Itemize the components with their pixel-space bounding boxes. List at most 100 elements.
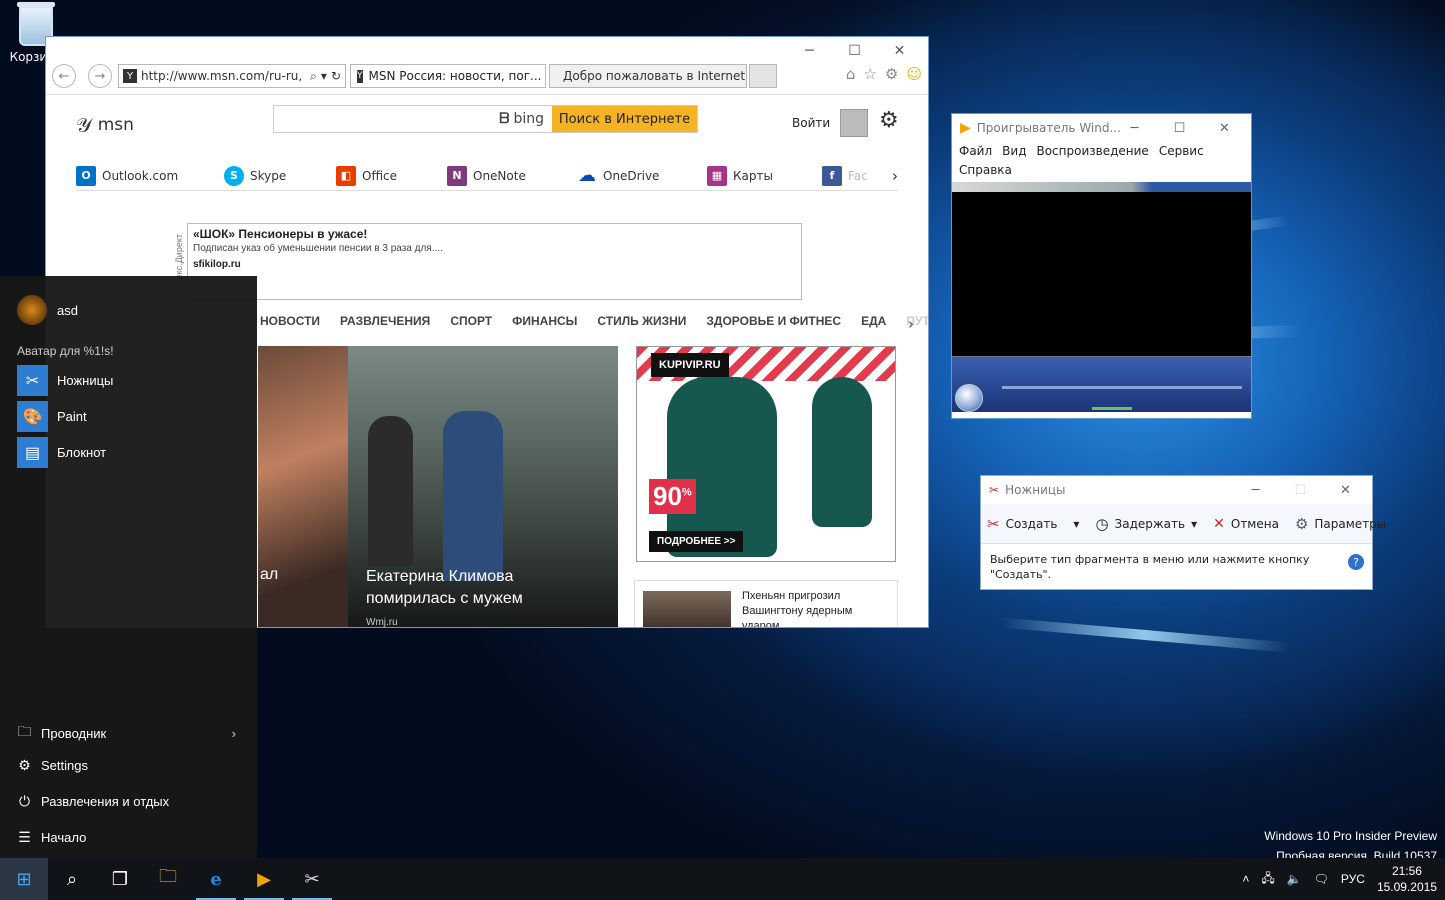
- volume-icon[interactable]: 🔈: [1287, 872, 1302, 886]
- task-view-button[interactable]: ❐: [96, 858, 144, 900]
- menu-help[interactable]: Справка: [959, 163, 1012, 177]
- chevron-right-icon[interactable]: ›: [232, 726, 236, 741]
- minimize-button[interactable]: ─: [1112, 114, 1157, 142]
- ad-site[interactable]: sfikilop.ru: [193, 259, 796, 270]
- news-card[interactable]: Пхеньян пригрозил Вашингтону ядерным уда…: [634, 580, 898, 627]
- ad-title[interactable]: «ШОК» Пенсионеры в ужасе!: [193, 227, 796, 241]
- dropdown-icon[interactable]: ▾: [321, 69, 327, 83]
- category-finance[interactable]: ФИНАНСЫ: [512, 314, 577, 328]
- favorites-star-icon[interactable]: ☆: [863, 65, 876, 83]
- taskbar-snipping-tool[interactable]: ✂: [288, 858, 336, 900]
- app-label: Ножницы: [57, 373, 114, 388]
- help-icon[interactable]: ?: [1348, 554, 1364, 570]
- hero-card-2[interactable]: Екатерина Климова помирилась с мужем Wmj.…: [348, 346, 618, 627]
- search-input[interactable]: ᗷ bing: [274, 106, 552, 132]
- start-settings[interactable]: ⚙ Settings: [16, 757, 236, 774]
- category-lifestyle[interactable]: СТИЛЬ ЖИЗНИ: [597, 314, 686, 328]
- category-news[interactable]: НОВОСТИ: [260, 314, 320, 328]
- volume-slider[interactable]: [1092, 407, 1132, 410]
- start-button[interactable]: ⊞: [0, 858, 48, 900]
- start-user[interactable]: asd: [17, 295, 78, 325]
- tab-welcome[interactable]: Добро пожаловать в Internet ...: [549, 64, 747, 88]
- address-bar[interactable]: Y http://www.msn.com/ru-ru, ⌕ ▾ ↻: [118, 64, 346, 88]
- home-icon[interactable]: ⌂: [846, 65, 856, 83]
- start-explorer[interactable]: 🗀 Проводник ›: [16, 721, 237, 745]
- search-icon[interactable]: ⌕: [310, 69, 317, 84]
- back-button[interactable]: ←: [52, 64, 76, 88]
- close-button[interactable]: ✕: [877, 39, 922, 63]
- minimize-button[interactable]: ─: [1233, 476, 1278, 504]
- app-link-label: Fac: [848, 168, 868, 183]
- new-tab-button[interactable]: [749, 64, 777, 88]
- category-next-icon[interactable]: ›: [908, 315, 914, 333]
- app-links-bar: O Outlook.com S Skype ◧ Office N OneNote ☁ On…: [76, 161, 898, 191]
- start-all-apps[interactable]: ☰ Начало: [16, 829, 236, 846]
- start-app-notepad[interactable]: ▤ Блокнот: [17, 437, 106, 468]
- maximize-button[interactable]: ☐: [1157, 114, 1202, 142]
- maximize-button[interactable]: ☐: [1278, 476, 1323, 504]
- category-sport[interactable]: СПОРТ: [450, 314, 492, 328]
- web-search-button[interactable]: Поиск в Интернете: [552, 106, 697, 132]
- menu-file[interactable]: Файл: [959, 144, 992, 158]
- play-button[interactable]: [955, 384, 983, 412]
- options-button[interactable]: ⚙ Параметры: [1295, 515, 1386, 533]
- tab-msn[interactable]: Y MSN Россия: новости, пог... ✕: [350, 64, 546, 88]
- close-button[interactable]: ✕: [1323, 476, 1368, 504]
- app-link-maps[interactable]: ▦ Карты: [707, 161, 822, 190]
- signin-link[interactable]: Войти: [792, 109, 869, 137]
- app-link-facebook[interactable]: f Fac: [822, 161, 882, 190]
- banner-more-button[interactable]: ПОДРОБНЕЕ >>: [649, 531, 744, 552]
- hero-card-1[interactable]: ал: [258, 346, 348, 627]
- yandex-direct-ad[interactable]: екс.Директ «ШОК» Пенсионеры в ужасе! Под…: [174, 223, 802, 300]
- category-food[interactable]: ЕДА: [861, 314, 886, 328]
- media-player-icon: ▶: [960, 120, 971, 136]
- app-link-onedrive[interactable]: ☁ OneDrive: [577, 161, 707, 190]
- app-link-onenote[interactable]: N OneNote: [447, 161, 577, 190]
- menu-play[interactable]: Воспроизведение: [1036, 144, 1148, 158]
- menu-tools[interactable]: Сервис: [1159, 144, 1204, 158]
- action-center-icon[interactable]: 🗨: [1314, 872, 1329, 886]
- start-power[interactable]: ⏻ Развлечения и отдых: [16, 793, 236, 810]
- start-app-snipping[interactable]: ✂ Ножницы: [17, 365, 113, 396]
- search-button[interactable]: ⌕: [48, 858, 96, 900]
- close-button[interactable]: ✕: [1202, 114, 1247, 142]
- cancel-button[interactable]: ✕ Отмена: [1213, 516, 1279, 532]
- start-section-header: Аватар для %1!s!: [17, 344, 114, 358]
- clock[interactable]: 21:56 15.09.2015: [1377, 863, 1437, 895]
- new-snip-button[interactable]: ✂ Создать ▾: [987, 515, 1079, 533]
- language-indicator[interactable]: РУС: [1341, 872, 1365, 886]
- seek-bar[interactable]: [1002, 386, 1242, 389]
- dropdown-arrow-icon[interactable]: ▾: [1191, 517, 1197, 531]
- delay-button[interactable]: ◷ Задержать ▾: [1095, 515, 1197, 533]
- minimize-button[interactable]: ─: [787, 39, 832, 63]
- folder-icon: 🗀: [159, 866, 177, 887]
- category-health[interactable]: ЗДОРОВЬЕ И ФИТНЕС: [706, 314, 841, 328]
- app-links-next-icon[interactable]: ›: [892, 161, 898, 190]
- smiley-feedback-icon[interactable]: ☺: [906, 65, 922, 83]
- maximize-button[interactable]: ☐: [832, 39, 877, 63]
- category-entertainment[interactable]: РАЗВЛЕЧЕНИЯ: [340, 314, 430, 328]
- menu-view[interactable]: Вид: [1002, 144, 1026, 158]
- start-app-paint[interactable]: 🎨 Paint: [17, 401, 87, 432]
- taskbar-ie[interactable]: e: [192, 858, 240, 900]
- dropdown-arrow-icon[interactable]: ▾: [1073, 517, 1079, 531]
- kupivip-banner[interactable]: KUPIVIP.RU 90% ПОДРОБНЕЕ >>: [636, 346, 896, 562]
- forward-button[interactable]: →: [88, 64, 112, 88]
- msn-settings-gear-icon[interactable]: ⚙: [879, 108, 899, 133]
- hero-caption: ал: [260, 566, 279, 583]
- dress-image: [812, 377, 872, 527]
- show-hidden-icons-icon[interactable]: ˄: [1242, 872, 1249, 886]
- network-icon[interactable]: 🖧: [1261, 869, 1274, 890]
- app-link-office[interactable]: ◧ Office: [336, 161, 447, 190]
- taskbar-explorer[interactable]: 🗀: [144, 858, 192, 900]
- msn-header: 𝒴msn ᗷ bing Поиск в Интернете Войти ⚙: [46, 95, 928, 159]
- news-line: Вашингтону ядерным: [742, 605, 853, 617]
- forward-arrow-icon: →: [94, 68, 106, 84]
- video-area[interactable]: [952, 192, 1251, 357]
- app-link-skype[interactable]: S Skype: [224, 161, 336, 190]
- refresh-icon[interactable]: ↻: [331, 69, 345, 83]
- settings-gear-icon[interactable]: ⚙: [885, 65, 898, 83]
- taskbar-media-player[interactable]: ▶: [240, 858, 288, 900]
- msn-logo[interactable]: 𝒴msn: [76, 113, 134, 137]
- app-link-outlook[interactable]: O Outlook.com: [76, 161, 224, 190]
